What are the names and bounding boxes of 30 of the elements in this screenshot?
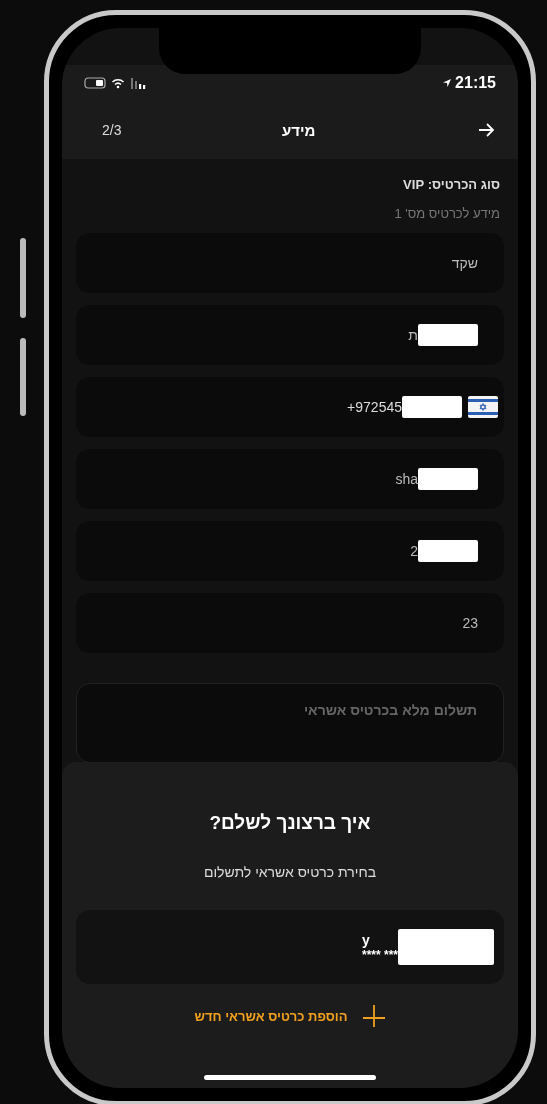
ticket-type: סוג הכרטיס: VIP: [402, 177, 501, 192]
sheet-subtitle: בחירת כרטיס אשראי לתשלום: [203, 864, 377, 880]
wifi-icon: [111, 77, 125, 89]
field-value: ת: [408, 327, 418, 343]
input-field[interactable]: +972545: [76, 377, 504, 437]
card-number: **** ***: [361, 948, 398, 962]
input-field[interactable]: שקד: [76, 233, 504, 293]
page-title: מידע: [282, 121, 316, 139]
section-label: מידע לכרטיס מס' 1: [393, 206, 501, 221]
field-value: +972545: [347, 399, 402, 415]
input-field[interactable]: 23: [76, 593, 504, 653]
input-field[interactable]: 2: [76, 521, 504, 581]
card-holder: y: [361, 932, 370, 948]
field-value: שקד: [451, 255, 478, 271]
field-value: 23: [462, 615, 478, 631]
flag-icon: [468, 396, 498, 418]
sheet-title: איך ברצונך לשלם?: [209, 812, 371, 834]
input-field[interactable]: sha: [76, 449, 504, 509]
signal-icon: [130, 77, 146, 89]
step-counter: 2/3: [102, 122, 122, 138]
plus-icon: [361, 1004, 386, 1028]
battery-icon: [84, 77, 106, 89]
input-field[interactable]: ת: [76, 305, 504, 365]
status-time: 21:15: [455, 74, 496, 92]
location-icon: [442, 78, 453, 88]
credit-card-option[interactable]: y **** ***: [76, 910, 504, 984]
field-value: 2: [410, 543, 418, 559]
payment-placeholder: תשלום מלא בכרטיס אשראי: [303, 702, 477, 718]
add-card-button[interactable]: הוספת כרטיס אשראי חדש: [186, 1000, 394, 1032]
field-value: sha: [395, 471, 418, 487]
